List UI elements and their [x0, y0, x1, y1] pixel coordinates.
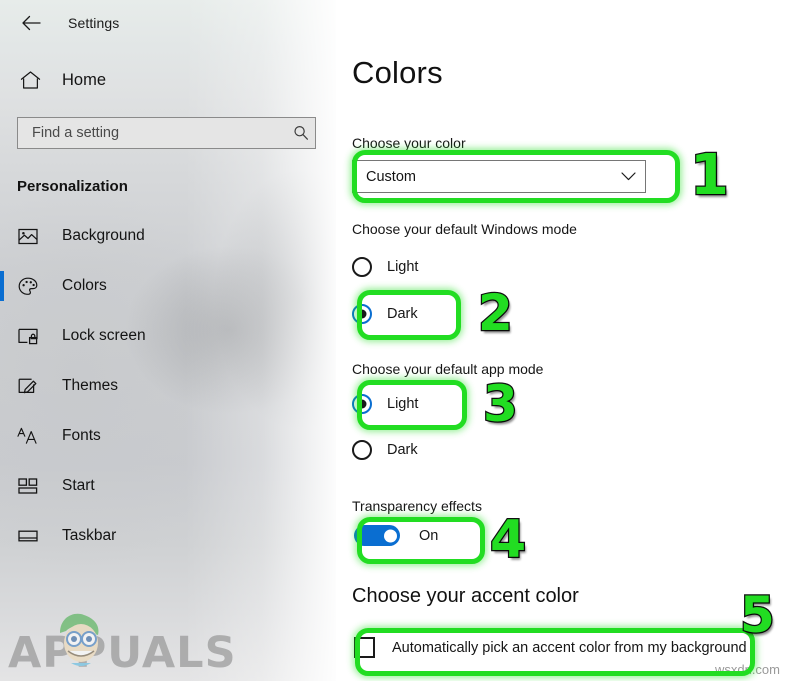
- sidebar-item-background-label: Background: [62, 227, 145, 244]
- auto-pick-accent-label: Automatically pick an accent color from …: [392, 639, 747, 656]
- site-watermark: wsxdn.com: [714, 662, 780, 677]
- sidebar-item-home[interactable]: Home: [0, 60, 336, 100]
- search-input[interactable]: [18, 125, 287, 141]
- windows-mode-dark-radio[interactable]: Dark: [352, 299, 418, 329]
- app-mode-dark-label: Dark: [387, 442, 418, 458]
- themes-brush-icon: [17, 375, 39, 397]
- checkbox-icon[interactable]: [354, 637, 375, 658]
- sidebar-item-home-label: Home: [62, 70, 107, 89]
- sidebar-item-start[interactable]: Start: [0, 461, 336, 511]
- choose-your-color-label: Choose your color: [352, 135, 466, 151]
- appuals-watermark: APPUALS: [8, 613, 237, 678]
- radio-circle-icon: [352, 257, 372, 277]
- radio-circle-icon: [352, 440, 372, 460]
- transparency-effects-label: Transparency effects: [352, 498, 482, 514]
- app-mode-dark-radio[interactable]: Dark: [352, 435, 418, 465]
- sidebar-item-themes-label: Themes: [62, 377, 118, 394]
- sidebar-item-colors[interactable]: Colors: [0, 261, 336, 311]
- sidebar-item-lock-screen-label: Lock screen: [62, 327, 146, 344]
- sidebar-item-lock-screen[interactable]: Lock screen: [0, 311, 336, 361]
- search-icon[interactable]: [287, 125, 315, 141]
- taskbar-icon: [17, 525, 39, 547]
- transparency-effects-toggle[interactable]: On: [354, 525, 438, 546]
- sidebar-item-fonts[interactable]: Fonts: [0, 411, 336, 461]
- sidebar-item-taskbar[interactable]: Taskbar: [0, 511, 336, 561]
- appuals-mascot-icon: [60, 613, 99, 666]
- sidebar-item-background[interactable]: Background: [0, 211, 336, 261]
- sidebar-item-taskbar-label: Taskbar: [62, 527, 117, 544]
- settings-window: Settings Home Find a setting Personaliza…: [0, 0, 786, 681]
- sidebar-nav: Background Colors Lock screen Themes Fon…: [0, 211, 336, 561]
- windows-mode-label: Choose your default Windows mode: [352, 221, 577, 237]
- app-mode-label: Choose your default app mode: [352, 361, 544, 377]
- sidebar: Settings Home Find a setting Personaliza…: [0, 0, 336, 681]
- page-title: Colors: [352, 55, 443, 90]
- main-content: Colors Choose your color Custom Choose y…: [336, 0, 786, 681]
- search-box[interactable]: [17, 117, 316, 149]
- sidebar-category-title: Personalization: [17, 178, 128, 195]
- windows-mode-dark-label: Dark: [387, 306, 418, 322]
- appuals-watermark-text: APPUALS: [8, 628, 237, 678]
- image-icon: [17, 225, 39, 247]
- chevron-down-icon: [621, 172, 636, 181]
- fonts-aa-icon: [17, 425, 39, 447]
- app-mode-light-label: Light: [387, 396, 419, 412]
- radio-circle-selected-icon: [352, 394, 372, 414]
- choose-your-color-dropdown[interactable]: Custom: [352, 160, 646, 193]
- app-title: Settings: [68, 15, 120, 31]
- toggle-knob: [384, 529, 397, 542]
- back-arrow-icon[interactable]: [16, 8, 46, 38]
- sidebar-item-colors-label: Colors: [62, 277, 107, 294]
- sidebar-item-start-label: Start: [62, 477, 95, 494]
- sidebar-item-themes[interactable]: Themes: [0, 361, 336, 411]
- radio-circle-selected-icon: [352, 304, 372, 324]
- app-mode-light-radio[interactable]: Light: [352, 389, 418, 419]
- palette-icon: [17, 275, 39, 297]
- accent-color-heading: Choose your accent color: [352, 585, 579, 607]
- home-icon: [17, 67, 43, 93]
- title-bar: Settings: [0, 0, 336, 46]
- lock-screen-icon: [17, 325, 39, 347]
- windows-mode-light-label: Light: [387, 259, 419, 275]
- choose-your-color-value: Custom: [366, 168, 416, 185]
- windows-mode-light-radio[interactable]: Light: [352, 252, 418, 282]
- auto-pick-accent-checkbox[interactable]: Automatically pick an accent color from …: [354, 637, 747, 658]
- toggle-switch-icon[interactable]: [354, 525, 400, 546]
- start-tiles-icon: [17, 475, 39, 497]
- transparency-effects-state: On: [419, 527, 439, 544]
- sidebar-item-fonts-label: Fonts: [62, 427, 101, 444]
